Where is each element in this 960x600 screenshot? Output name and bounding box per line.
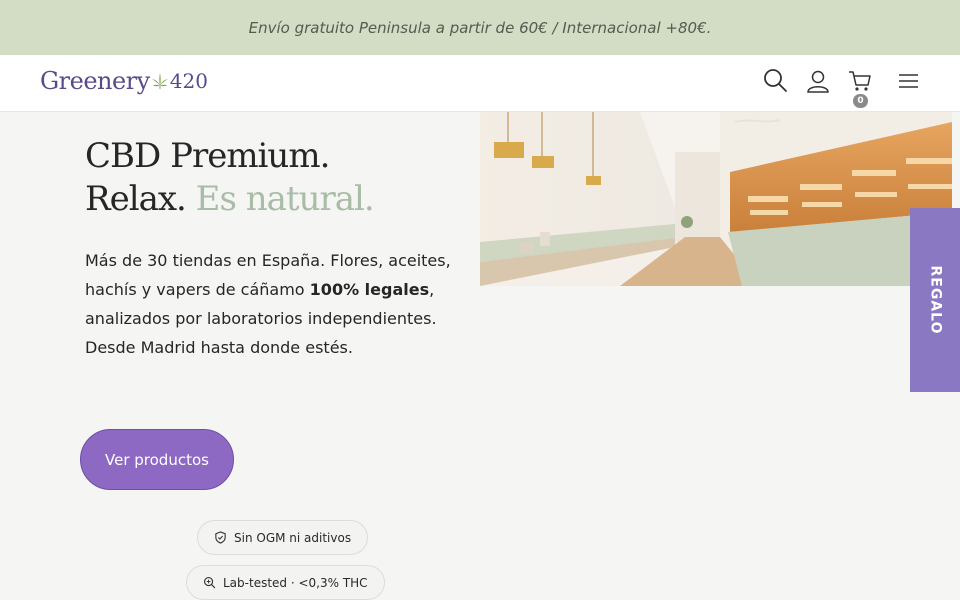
user-icon[interactable] bbox=[805, 68, 831, 94]
logo-word: Greenery bbox=[40, 67, 150, 95]
gift-tab[interactable]: REGALO bbox=[910, 208, 960, 392]
view-products-button[interactable]: Ver productos bbox=[80, 429, 234, 490]
logo[interactable]: Greenery 420 bbox=[40, 67, 208, 95]
hero-heading: CBD Premium. Relax. Es natural. bbox=[85, 135, 465, 221]
hero-description: Más de 30 tiendas en España. Flores, ace… bbox=[85, 246, 465, 362]
shield-check-icon bbox=[215, 531, 226, 544]
cart-count-badge: 0 bbox=[853, 94, 868, 108]
badge-lab-tested: Lab-tested · <0,3% THC bbox=[186, 565, 385, 600]
store-interior-image bbox=[480, 112, 952, 286]
hero-desc-bold: 100% legales bbox=[309, 280, 430, 299]
logo-number: 420 bbox=[169, 69, 208, 93]
gift-tab-label: REGALO bbox=[927, 265, 943, 335]
hero-title-line1: CBD Premium. bbox=[85, 136, 330, 176]
search-icon[interactable] bbox=[762, 68, 788, 94]
site-header: Greenery 420 bbox=[0, 55, 960, 112]
promo-text: Envío gratuito Peninsula a partir de 60€… bbox=[248, 18, 712, 37]
badge-no-gmo-label: Sin OGM ni aditivos bbox=[234, 530, 352, 545]
cannabis-leaf-icon bbox=[151, 72, 168, 90]
badge-lab-tested-label: Lab-tested · <0,3% THC bbox=[223, 575, 368, 590]
hero-title-line2: Relax. Es natural. bbox=[85, 178, 465, 221]
badge-no-gmo: Sin OGM ni aditivos bbox=[197, 520, 369, 555]
magnifier-icon bbox=[204, 577, 216, 589]
hero-title-start: Relax. bbox=[85, 179, 187, 219]
menu-icon[interactable] bbox=[896, 68, 922, 94]
hero-title-accent: Es natural. bbox=[195, 179, 375, 219]
cart-icon[interactable] bbox=[847, 68, 873, 94]
promo-bar: Envío gratuito Peninsula a partir de 60€… bbox=[0, 0, 960, 55]
